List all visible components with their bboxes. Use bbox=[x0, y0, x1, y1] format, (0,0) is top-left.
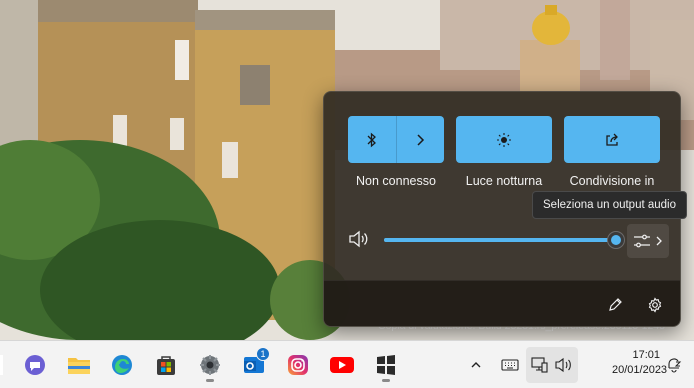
night-light-icon bbox=[497, 132, 511, 147]
taskbar-app-settings[interactable] bbox=[192, 347, 228, 383]
edge-icon bbox=[112, 355, 132, 375]
taskbar-clock[interactable]: 17:01 20/01/2023 bbox=[612, 348, 668, 378]
taskbar: 1 17:01 20/01/2023 bbox=[0, 340, 694, 388]
chevron-up-icon bbox=[471, 362, 481, 368]
clock-date: 20/01/2023 bbox=[612, 364, 668, 376]
share-icon bbox=[606, 133, 618, 146]
windows-dev-icon bbox=[377, 355, 395, 375]
keyboard-icon bbox=[501, 359, 519, 371]
bluetooth-toggle-button[interactable] bbox=[348, 116, 396, 163]
show-hidden-icons-button[interactable] bbox=[464, 347, 488, 383]
running-indicator bbox=[206, 379, 214, 382]
notifications-button[interactable] bbox=[660, 347, 688, 383]
speaker-icon[interactable] bbox=[348, 230, 370, 248]
volume-slider[interactable] bbox=[384, 238, 616, 242]
chat-icon bbox=[25, 355, 45, 375]
touch-keyboard-button[interactable] bbox=[498, 347, 522, 383]
store-icon bbox=[157, 356, 175, 375]
audio-output-tooltip: Seleziona un output audio bbox=[532, 191, 687, 219]
taskbar-app-chat[interactable] bbox=[17, 347, 53, 383]
night-light-tile-label: Luce notturna bbox=[465, 174, 543, 188]
edit-quick-settings-button[interactable] bbox=[603, 293, 627, 317]
bell-zzz-icon bbox=[668, 358, 682, 373]
notification-badge: 1 bbox=[256, 347, 270, 361]
gear-icon bbox=[648, 297, 662, 313]
network-icon bbox=[531, 357, 548, 373]
open-settings-button[interactable] bbox=[643, 293, 667, 317]
gear-icon bbox=[200, 355, 220, 375]
volume-slider-thumb[interactable] bbox=[607, 231, 625, 249]
volume-slider-fill bbox=[384, 238, 616, 242]
taskbar-app-dev[interactable] bbox=[368, 347, 404, 383]
speaker-icon bbox=[555, 357, 571, 373]
bluetooth-tile bbox=[348, 116, 444, 163]
taskbar-app-youtube[interactable] bbox=[324, 347, 360, 383]
taskbar-left-edge bbox=[0, 355, 3, 375]
taskbar-app-instagram[interactable] bbox=[280, 347, 316, 383]
cast-tile-label: Condivisione in bbox=[569, 174, 655, 188]
bluetooth-tile-label: Non connesso bbox=[356, 174, 436, 188]
taskbar-app-file-explorer[interactable] bbox=[61, 347, 97, 383]
youtube-icon bbox=[330, 357, 354, 373]
running-indicator bbox=[382, 379, 390, 382]
taskbar-app-store[interactable] bbox=[148, 347, 184, 383]
bluetooth-expand-button[interactable] bbox=[396, 116, 444, 163]
clock-time: 17:01 bbox=[632, 349, 660, 361]
chevron-right-icon bbox=[656, 236, 662, 246]
taskbar-app-edge[interactable] bbox=[104, 347, 140, 383]
quick-settings-footer bbox=[324, 280, 680, 326]
bluetooth-icon bbox=[367, 132, 376, 147]
night-light-tile[interactable] bbox=[456, 116, 552, 163]
quick-settings-tray-button[interactable] bbox=[526, 347, 578, 383]
instagram-icon bbox=[288, 355, 308, 375]
cast-tile[interactable] bbox=[564, 116, 660, 163]
taskbar-app-outlook[interactable]: 1 bbox=[236, 347, 272, 383]
pencil-icon bbox=[609, 298, 622, 311]
audio-output-button[interactable] bbox=[627, 224, 669, 258]
audio-output-icon bbox=[634, 234, 650, 248]
chevron-right-icon bbox=[417, 133, 425, 146]
folder-icon bbox=[68, 358, 90, 374]
